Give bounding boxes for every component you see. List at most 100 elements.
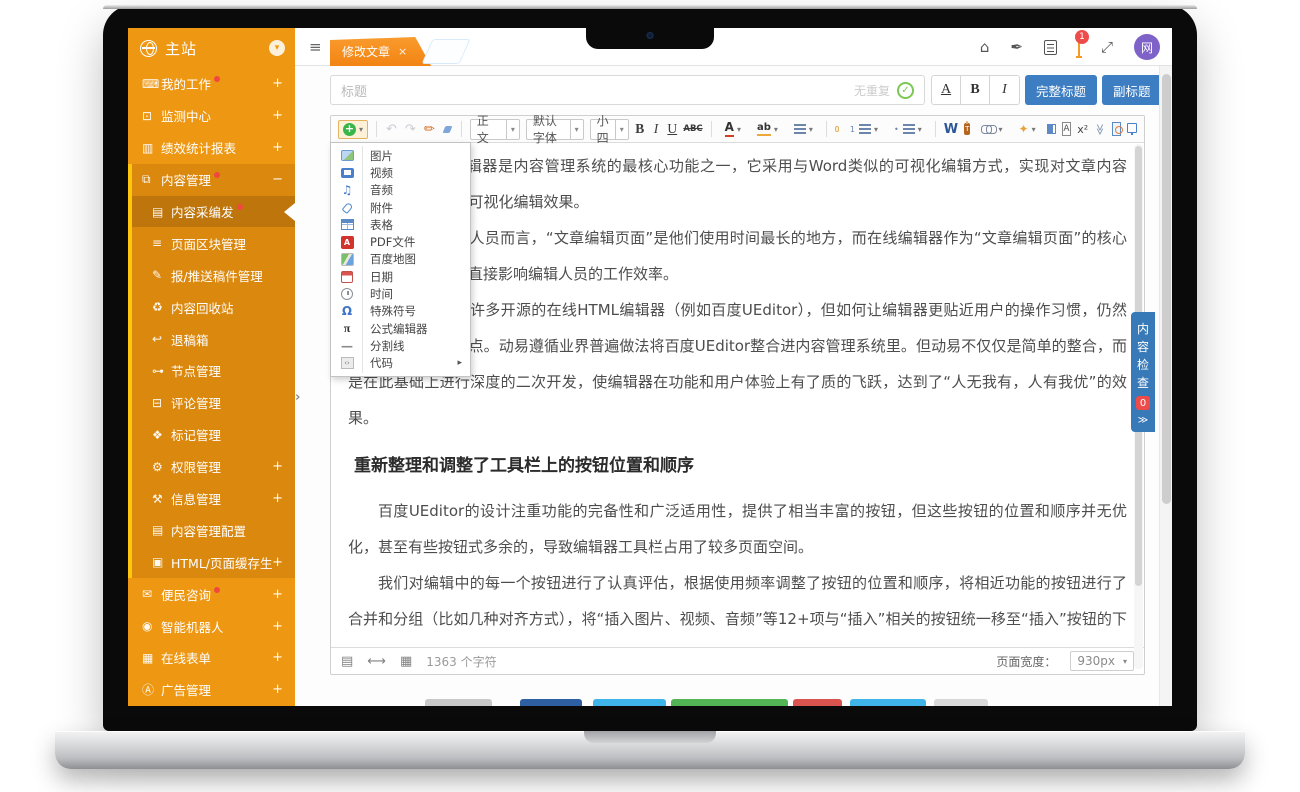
fullscreen-icon[interactable]: ⤢ xyxy=(1101,38,1113,56)
notification-dot xyxy=(237,204,243,210)
title-color-button[interactable]: A xyxy=(932,76,961,104)
action-button-clipped[interactable] xyxy=(425,699,492,706)
sidebar-item-content-config[interactable]: ▤ 内容管理配置 xyxy=(132,514,295,546)
mail-icon: ✉ xyxy=(142,587,161,601)
menu-item-special-char[interactable]: Ω 特殊符号 xyxy=(331,303,470,320)
strikethrough-button[interactable]: ABC xyxy=(683,124,702,134)
page-scrollbar-thumb[interactable] xyxy=(1162,74,1171,504)
sidebar-item-html-cache[interactable]: ▣ HTML/页面缓存生成 + xyxy=(132,546,295,578)
action-button-clipped[interactable] xyxy=(850,699,926,706)
menu-item-audio[interactable]: ♫ 音频 xyxy=(331,182,470,199)
menu-item-attachment[interactable]: 附件 xyxy=(331,199,470,216)
sidebar-item-public-consultation[interactable]: ✉ 便民咨询 + xyxy=(128,578,295,610)
menu-item-time[interactable]: 时间 xyxy=(331,285,470,302)
monitor-icon: ⊡ xyxy=(142,109,161,123)
bold-button[interactable]: B xyxy=(635,121,645,137)
menu-item-table[interactable]: 表格 xyxy=(331,216,470,233)
superscript-button[interactable]: x² xyxy=(1077,123,1088,136)
menu-item-formula[interactable]: π 公式编辑器 xyxy=(331,320,470,337)
page-scrollbar[interactable] xyxy=(1159,66,1172,706)
align-button[interactable]: ▾ xyxy=(789,121,818,137)
fullscreen-editor-icon[interactable] xyxy=(1127,123,1137,133)
word-count-icon[interactable]: ▤ xyxy=(341,654,353,669)
menu-item-video[interactable]: 视频 xyxy=(331,164,470,181)
menu-item-baidu-map[interactable]: 百度地图 xyxy=(331,251,470,268)
sidebar-item-ad-management[interactable]: Ⓐ 广告管理 + xyxy=(128,674,295,706)
sidebar-item-online-forms[interactable]: ▦ 在线表单 + xyxy=(128,642,295,674)
sidebar-item-performance-reports[interactable]: ▥ 绩效统计报表 + xyxy=(128,132,295,164)
title-bold-button[interactable]: B xyxy=(961,76,990,104)
menu-item-pdf[interactable]: A PDF文件 xyxy=(331,233,470,250)
sidebar-item-rejected-box[interactable]: ↩ 退稿箱 xyxy=(132,323,295,355)
insert-button[interactable]: + ▾ xyxy=(338,120,368,139)
title-input[interactable]: 标题 无重复 ✓ xyxy=(330,75,925,105)
tab-edit-article[interactable]: 修改文章 × xyxy=(330,37,431,66)
sidebar-collapse-handle[interactable]: › xyxy=(295,390,300,405)
menu-item-divider[interactable]: — 分割线 xyxy=(331,337,470,354)
action-button-clipped[interactable] xyxy=(793,699,842,706)
action-button-clipped[interactable] xyxy=(671,699,788,706)
sidebar-header[interactable]: 主站 ▾ xyxy=(128,28,295,68)
sidebar-item-content-editing[interactable]: ▤ 内容采编发 xyxy=(132,196,295,228)
sidebar-item-tag-management[interactable]: ❖ 标记管理 xyxy=(132,419,295,451)
menu-item-code[interactable]: ‹› 代码 ▸ xyxy=(331,355,470,372)
magic-format-button[interactable]: ✦▾ xyxy=(1014,119,1041,139)
underline-button[interactable]: U xyxy=(667,121,677,137)
insert-plus-icon: + xyxy=(343,123,356,136)
action-button-clipped[interactable] xyxy=(520,699,582,706)
redo-icon[interactable]: ↷ xyxy=(404,121,417,138)
ordered-list-button[interactable]: 1▾ xyxy=(845,121,883,137)
paste-text-icon[interactable]: T xyxy=(964,123,970,135)
sidebar-item-node-management[interactable]: ⊶ 节点管理 xyxy=(132,355,295,387)
sidebar-item-comment-management[interactable]: ⊟ 评论管理 xyxy=(132,387,295,419)
subtitle-button[interactable]: 副标题 xyxy=(1102,75,1162,105)
word-import-icon[interactable]: W xyxy=(944,122,958,137)
collapse-sidebar-icon[interactable]: ≡ xyxy=(309,38,322,56)
clean-brush-icon[interactable]: ✒ xyxy=(1010,38,1023,56)
full-title-button[interactable]: 完整标题 xyxy=(1025,75,1097,105)
font-color-button[interactable]: A▾ xyxy=(720,118,746,139)
sidebar-item-manuscript-push[interactable]: ✎ 报/推送稿件管理 xyxy=(132,259,295,291)
audit-clipboard-icon[interactable] xyxy=(1044,40,1057,55)
bell-icon[interactable]: 1 xyxy=(1078,38,1080,56)
sidebar-item-my-work[interactable]: ⌨ 我的工作 + xyxy=(128,68,295,100)
indent-button[interactable] xyxy=(835,126,839,132)
title-italic-button[interactable]: I xyxy=(990,76,1019,104)
caret-down-icon: ▾ xyxy=(506,120,519,139)
sidebar-item-label: 广告管理 xyxy=(161,680,272,699)
content-check-tab[interactable]: 内 容 检 查 0 ≫ xyxy=(1131,312,1155,432)
unordered-list-button[interactable]: •▾ xyxy=(889,121,927,137)
source-code-icon[interactable]: ▦ xyxy=(400,654,412,669)
page-width-select[interactable]: 930px ▾ xyxy=(1070,651,1134,671)
format-brush-icon[interactable]: ✏ xyxy=(423,121,436,138)
no-duplicate-label: 无重复 xyxy=(854,82,890,99)
highlight-button[interactable]: ab▾ xyxy=(752,119,783,139)
page-width-icon[interactable]: ⟷ xyxy=(367,654,386,669)
paragraph-format-select[interactable]: 正文 ▾ xyxy=(470,119,520,140)
user-avatar[interactable]: 网 xyxy=(1134,34,1160,60)
close-icon[interactable]: × xyxy=(398,45,407,58)
sidebar-item-content-management[interactable]: ⧉ 内容管理 − xyxy=(132,164,295,196)
layout-columns-icon[interactable] xyxy=(1047,124,1056,134)
undo-icon[interactable]: ↶ xyxy=(385,121,398,138)
sidebar-item-smart-robot[interactable]: ◉ 智能机器人 + xyxy=(128,610,295,642)
sidebar-item-info-management[interactable]: ⚒ 信息管理 + xyxy=(132,483,295,515)
sidebar-item-permission-management[interactable]: ⚙ 权限管理 + xyxy=(132,451,295,483)
italic-button[interactable]: I xyxy=(651,121,661,137)
link-button[interactable]: ▾ xyxy=(976,122,1007,137)
preview-icon[interactable] xyxy=(1112,122,1122,136)
sidebar-item-page-blocks[interactable]: ≡ 页面区块管理 xyxy=(132,227,295,259)
eraser-icon[interactable] xyxy=(442,126,452,133)
font-family-select[interactable]: 默认字体 ▾ xyxy=(526,119,584,140)
sidebar-item-monitoring-center[interactable]: ⊡ 监测中心 + xyxy=(128,100,295,132)
action-button-clipped[interactable] xyxy=(934,699,988,706)
font-size-select[interactable]: 小四 ▾ xyxy=(590,119,629,140)
boxed-text-icon[interactable]: A xyxy=(1062,122,1072,136)
sidebar-item-recycle-bin[interactable]: ♻ 内容回收站 xyxy=(132,291,295,323)
chevron-down-icon[interactable]: ▾ xyxy=(269,40,285,56)
menu-item-image[interactable]: 图片 xyxy=(331,147,470,164)
more-tools-icon[interactable]: ≫ xyxy=(1093,123,1106,135)
menu-item-date[interactable]: 日期 xyxy=(331,268,470,285)
home-icon[interactable]: ⌂ xyxy=(980,38,990,56)
action-button-clipped[interactable] xyxy=(593,699,666,706)
